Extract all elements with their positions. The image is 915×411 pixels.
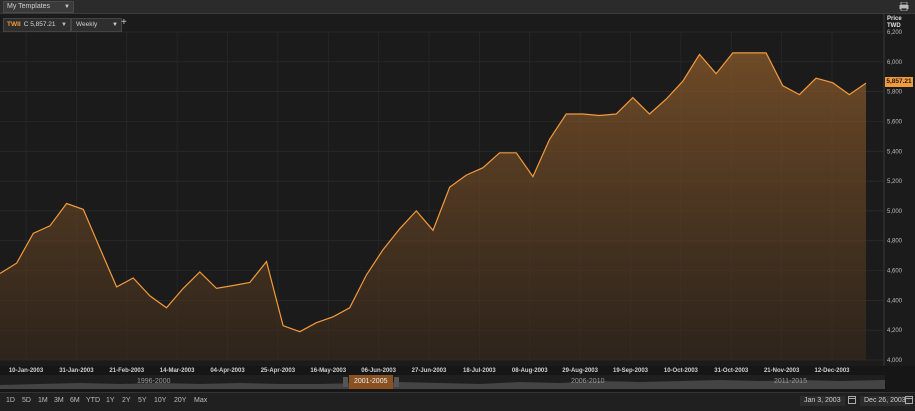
x-tick-label: 04-Apr-2003 xyxy=(210,368,245,374)
y-tick-label: 4,800 xyxy=(887,239,903,245)
x-tick-label: 25-Apr-2003 xyxy=(261,368,296,374)
range-button-ytd[interactable]: YTD xyxy=(86,397,100,404)
navigator-left-handle[interactable] xyxy=(343,377,348,387)
ric-close-value: C 5,857.21 xyxy=(23,21,56,28)
y-tick-label: 4,200 xyxy=(887,328,903,334)
range-button-3m[interactable]: 3M xyxy=(54,397,64,404)
last-price-flag: 5,857.21 xyxy=(885,77,913,87)
y-tick-label: 4,400 xyxy=(887,298,903,304)
calendar-icon[interactable] xyxy=(848,396,856,404)
y-tick-label: 5,600 xyxy=(887,119,903,125)
x-tick-label: 10-Jan-2003 xyxy=(9,368,44,374)
y-tick-label: 5,400 xyxy=(887,149,903,155)
y-tick-label: 5,800 xyxy=(887,90,903,96)
price-chart[interactable]: 4,000 4,200 4,400 4,600 4,800 5,000 5,200 5,400… xyxy=(0,14,915,374)
y-tick-label: 6,000 xyxy=(887,60,903,66)
chevron-down-icon: ▼ xyxy=(112,22,118,28)
range-navigator[interactable]: 1996-2000 2001-2005 2006-2010 2011-2015 xyxy=(0,375,885,389)
navigator-minichart xyxy=(0,380,885,389)
x-tick-label: 27-Jun-2003 xyxy=(412,368,447,374)
print-icon[interactable] xyxy=(899,2,909,11)
range-button-6m[interactable]: 6M xyxy=(70,397,80,404)
range-button-1d[interactable]: 1D xyxy=(6,397,15,404)
templates-label: My Templates xyxy=(7,3,51,10)
period-dropdown[interactable]: Weekly ▼ xyxy=(71,18,122,32)
y-tick-label: 4,600 xyxy=(887,269,903,275)
x-tick-label: 31-Jan-2003 xyxy=(59,368,94,374)
y-axis-title: Price xyxy=(887,16,902,22)
nav-range-2006-2010[interactable]: 2006-2010 xyxy=(571,378,604,385)
range-button-1y[interactable]: 1Y xyxy=(106,397,115,404)
chevron-down-icon: ▼ xyxy=(61,22,67,28)
add-series-button[interactable]: + xyxy=(121,17,127,28)
range-button-5d[interactable]: 5D xyxy=(22,397,31,404)
price-area-fill xyxy=(0,52,866,361)
nav-range-2011-2015[interactable]: 2011-2015 xyxy=(774,378,807,385)
end-date-field[interactable]: Dec 26, 2003 xyxy=(860,396,910,406)
y-tick-label: 5,000 xyxy=(887,209,903,215)
x-tick-label: 10-Oct-2003 xyxy=(664,368,699,374)
bottom-bar: 1D 5D 1M 3M 6M YTD 1Y 2Y 5Y 10Y 20Y Max Jan 3, 2003… xyxy=(0,392,915,411)
x-tick-label: 18-Jul-2003 xyxy=(463,368,496,374)
x-tick-label: 29-Aug-2003 xyxy=(562,368,598,374)
navigator-right-handle[interactable] xyxy=(394,377,399,387)
x-tick-label: 08-Aug-2003 xyxy=(512,368,548,374)
x-tick-label: 31-Oct-2003 xyxy=(714,368,749,374)
templates-dropdown[interactable]: My Templates ▼ xyxy=(3,1,74,13)
range-button-1m[interactable]: 1M xyxy=(38,397,48,404)
range-button-max[interactable]: Max xyxy=(194,397,207,404)
chevron-down-icon: ▼ xyxy=(64,4,70,10)
calendar-icon[interactable] xyxy=(905,396,913,404)
instrument-selector[interactable]: TWII C 5,857.21 ▼ xyxy=(3,18,71,32)
x-tick-label: 21-Nov-2003 xyxy=(764,368,800,374)
x-tick-label: 21-Feb-2003 xyxy=(109,368,144,374)
ric-code: TWII xyxy=(7,21,21,28)
range-button-10y[interactable]: 10Y xyxy=(154,397,166,404)
x-tick-label: 14-Mar-2003 xyxy=(160,368,195,374)
y-axis-currency: TWD xyxy=(887,23,901,29)
x-tick-label: 16-May-2003 xyxy=(310,368,346,374)
nav-range-1996-2000[interactable]: 1996-2000 xyxy=(137,378,170,385)
y-tick-label: 5,200 xyxy=(887,179,903,185)
period-label: Weekly xyxy=(76,21,98,28)
range-button-2y[interactable]: 2Y xyxy=(122,397,131,404)
range-button-5y[interactable]: 5Y xyxy=(138,397,147,404)
y-tick-label: 6,200 xyxy=(887,30,903,36)
x-tick-label: 19-Sep-2003 xyxy=(613,368,649,374)
x-tick-label: 06-Jun-2003 xyxy=(361,368,396,374)
y-tick-label: 4,000 xyxy=(887,358,903,364)
range-button-20y[interactable]: 20Y xyxy=(174,397,186,404)
top-toolbar: My Templates ▼ xyxy=(0,0,915,14)
start-date-field[interactable]: Jan 3, 2003 xyxy=(800,396,845,406)
x-tick-label: 12-Dec-2003 xyxy=(814,368,850,374)
nav-range-2001-2005[interactable]: 2001-2005 xyxy=(354,378,387,385)
